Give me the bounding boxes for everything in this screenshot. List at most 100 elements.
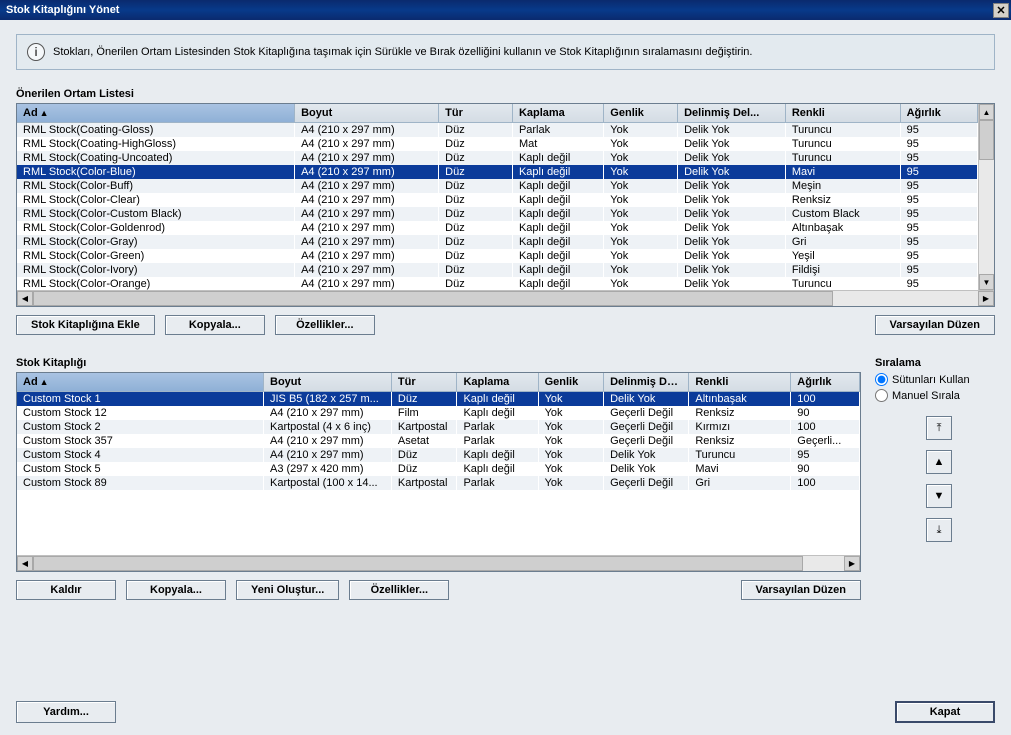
cell-color: Turuncu [785,277,900,290]
col-width[interactable]: Genlik [604,104,678,123]
cell-coating: Kaplı değil [512,235,603,249]
table-row[interactable]: RML Stock(Color-Buff)A4 (210 x 297 mm)Dü… [17,179,978,193]
cell-type: Düz [439,179,513,193]
cell-width: Yok [604,221,678,235]
scroll-thumb[interactable] [979,120,994,160]
cell-punched: Delik Yok [678,123,786,138]
table-row[interactable]: RML Stock(Color-Custom Black)A4 (210 x 2… [17,207,978,221]
cell-color: Custom Black [785,207,900,221]
copy-button[interactable]: Kopyala... [126,580,226,600]
col-color[interactable]: Renkli [689,373,791,392]
table-row[interactable]: RML Stock(Coating-HighGloss)A4 (210 x 29… [17,137,978,151]
cell-color: Fildişi [785,263,900,277]
cell-type: Film [391,406,457,420]
radio-use-columns[interactable]: Sütunları Kullan [875,373,995,386]
cell-type: Düz [439,151,513,165]
col-punched[interactable]: Delinmiş Del... [678,104,786,123]
cell-width: Yok [604,123,678,138]
table-row[interactable]: Custom Stock 2Kartpostal (4 x 6 inç)Kart… [17,420,860,434]
window-title: Stok Kitaplığını Yönet [6,4,119,16]
scroll-thumb[interactable] [33,556,803,571]
cell-type: Düz [439,249,513,263]
radio-manual[interactable]: Manuel Sırala [875,389,995,402]
cell-size: A4 (210 x 297 mm) [264,448,392,462]
scroll-left-icon[interactable]: ◀ [17,291,33,306]
remove-button[interactable]: Kaldır [16,580,116,600]
table-row[interactable]: Custom Stock 89Kartpostal (100 x 14...Ka… [17,476,860,490]
cell-coating: Kaplı değil [512,151,603,165]
cell-size: A3 (297 x 420 mm) [264,462,392,476]
table-row[interactable]: RML Stock(Color-Green)A4 (210 x 297 mm)D… [17,249,978,263]
close-button[interactable]: Kapat [895,701,995,723]
close-icon[interactable]: ✕ [993,3,1009,18]
table-row[interactable]: RML Stock(Color-Blue)A4 (210 x 297 mm)Dü… [17,165,978,179]
col-size[interactable]: Boyut [264,373,392,392]
table-row[interactable]: RML Stock(Color-Goldenrod)A4 (210 x 297 … [17,221,978,235]
table-row[interactable]: Custom Stock 1JIS B5 (182 x 257 m...DüzK… [17,392,860,407]
table-row[interactable]: RML Stock(Color-Clear)A4 (210 x 297 mm)D… [17,193,978,207]
table-row[interactable]: Custom Stock 4A4 (210 x 297 mm)DüzKaplı … [17,448,860,462]
cell-coating: Kaplı değil [457,462,538,476]
cell-coating: Kaplı değil [512,249,603,263]
properties-button[interactable]: Özellikler... [349,580,449,600]
scroll-thumb[interactable] [33,291,833,306]
move-down-button[interactable]: ▼ [926,484,952,508]
cell-weight: 95 [900,249,977,263]
properties-button[interactable]: Özellikler... [275,315,375,335]
col-weight[interactable]: Ağırlık [900,104,977,123]
cell-color: Gri [785,235,900,249]
cell-weight: 95 [900,123,977,138]
scroll-down-icon[interactable]: ▼ [979,274,994,290]
col-color[interactable]: Renkli [785,104,900,123]
table-row[interactable]: RML Stock(Color-Gray)A4 (210 x 297 mm)Dü… [17,235,978,249]
col-weight[interactable]: Ağırlık [791,373,860,392]
col-type[interactable]: Tür [391,373,457,392]
horizontal-scrollbar[interactable]: ◀ ▶ [17,290,994,306]
col-size[interactable]: Boyut [295,104,439,123]
cell-weight: 95 [900,179,977,193]
radio-use-columns-input[interactable] [875,373,888,386]
table-row[interactable]: RML Stock(Color-Ivory)A4 (210 x 297 mm)D… [17,263,978,277]
col-type[interactable]: Tür [439,104,513,123]
copy-button[interactable]: Kopyala... [165,315,265,335]
cell-punched: Geçerli Değil [604,406,689,420]
table-row[interactable]: Custom Stock 357A4 (210 x 297 mm)AsetatP… [17,434,860,448]
create-new-button[interactable]: Yeni Oluştur... [236,580,339,600]
table-row[interactable]: RML Stock(Coating-Uncoated)A4 (210 x 297… [17,151,978,165]
table-row[interactable]: Custom Stock 5A3 (297 x 420 mm)DüzKaplı … [17,462,860,476]
recommended-header-row[interactable]: Ad▲ Boyut Tür Kaplama Genlik Delinmiş De… [17,104,978,123]
vertical-scrollbar[interactable]: ▲ ▼ [978,104,994,290]
cell-color: Kırmızı [689,420,791,434]
scroll-up-icon[interactable]: ▲ [979,104,994,120]
cell-name: Custom Stock 4 [17,448,264,462]
radio-manual-input[interactable] [875,389,888,402]
cell-type: Düz [391,462,457,476]
cell-size: A4 (210 x 297 mm) [295,179,439,193]
move-up-button[interactable]: ▲ [926,450,952,474]
library-header-row[interactable]: Ad▲ Boyut Tür Kaplama Genlik Delinmiş De… [17,373,860,392]
scroll-right-icon[interactable]: ▶ [978,291,994,306]
col-name[interactable]: Ad▲ [17,373,264,392]
horizontal-scrollbar[interactable]: ◀ ▶ [17,555,860,571]
info-icon: i [27,43,45,61]
col-coating[interactable]: Kaplama [457,373,538,392]
help-button[interactable]: Yardım... [16,701,116,723]
add-to-library-button[interactable]: Stok Kitaplığına Ekle [16,315,155,335]
col-coating[interactable]: Kaplama [512,104,603,123]
default-layout-button[interactable]: Varsayılan Düzen [741,580,862,600]
scroll-right-icon[interactable]: ▶ [844,556,860,571]
default-layout-button[interactable]: Varsayılan Düzen [875,315,996,335]
table-row[interactable]: Custom Stock 12A4 (210 x 297 mm)FilmKapl… [17,406,860,420]
cell-type: Düz [439,165,513,179]
move-bottom-button[interactable]: ⤓ [926,518,952,542]
col-punched[interactable]: Delinmiş Del... [604,373,689,392]
table-row[interactable]: RML Stock(Coating-Gloss)A4 (210 x 297 mm… [17,123,978,138]
cell-size: A4 (210 x 297 mm) [295,165,439,179]
scroll-left-icon[interactable]: ◀ [17,556,33,571]
col-width[interactable]: Genlik [538,373,604,392]
table-row[interactable]: RML Stock(Color-Orange)A4 (210 x 297 mm)… [17,277,978,290]
col-name[interactable]: Ad▲ [17,104,295,123]
cell-weight: 95 [791,448,860,462]
cell-name: RML Stock(Color-Buff) [17,179,295,193]
move-top-button[interactable]: ⤒ [926,416,952,440]
